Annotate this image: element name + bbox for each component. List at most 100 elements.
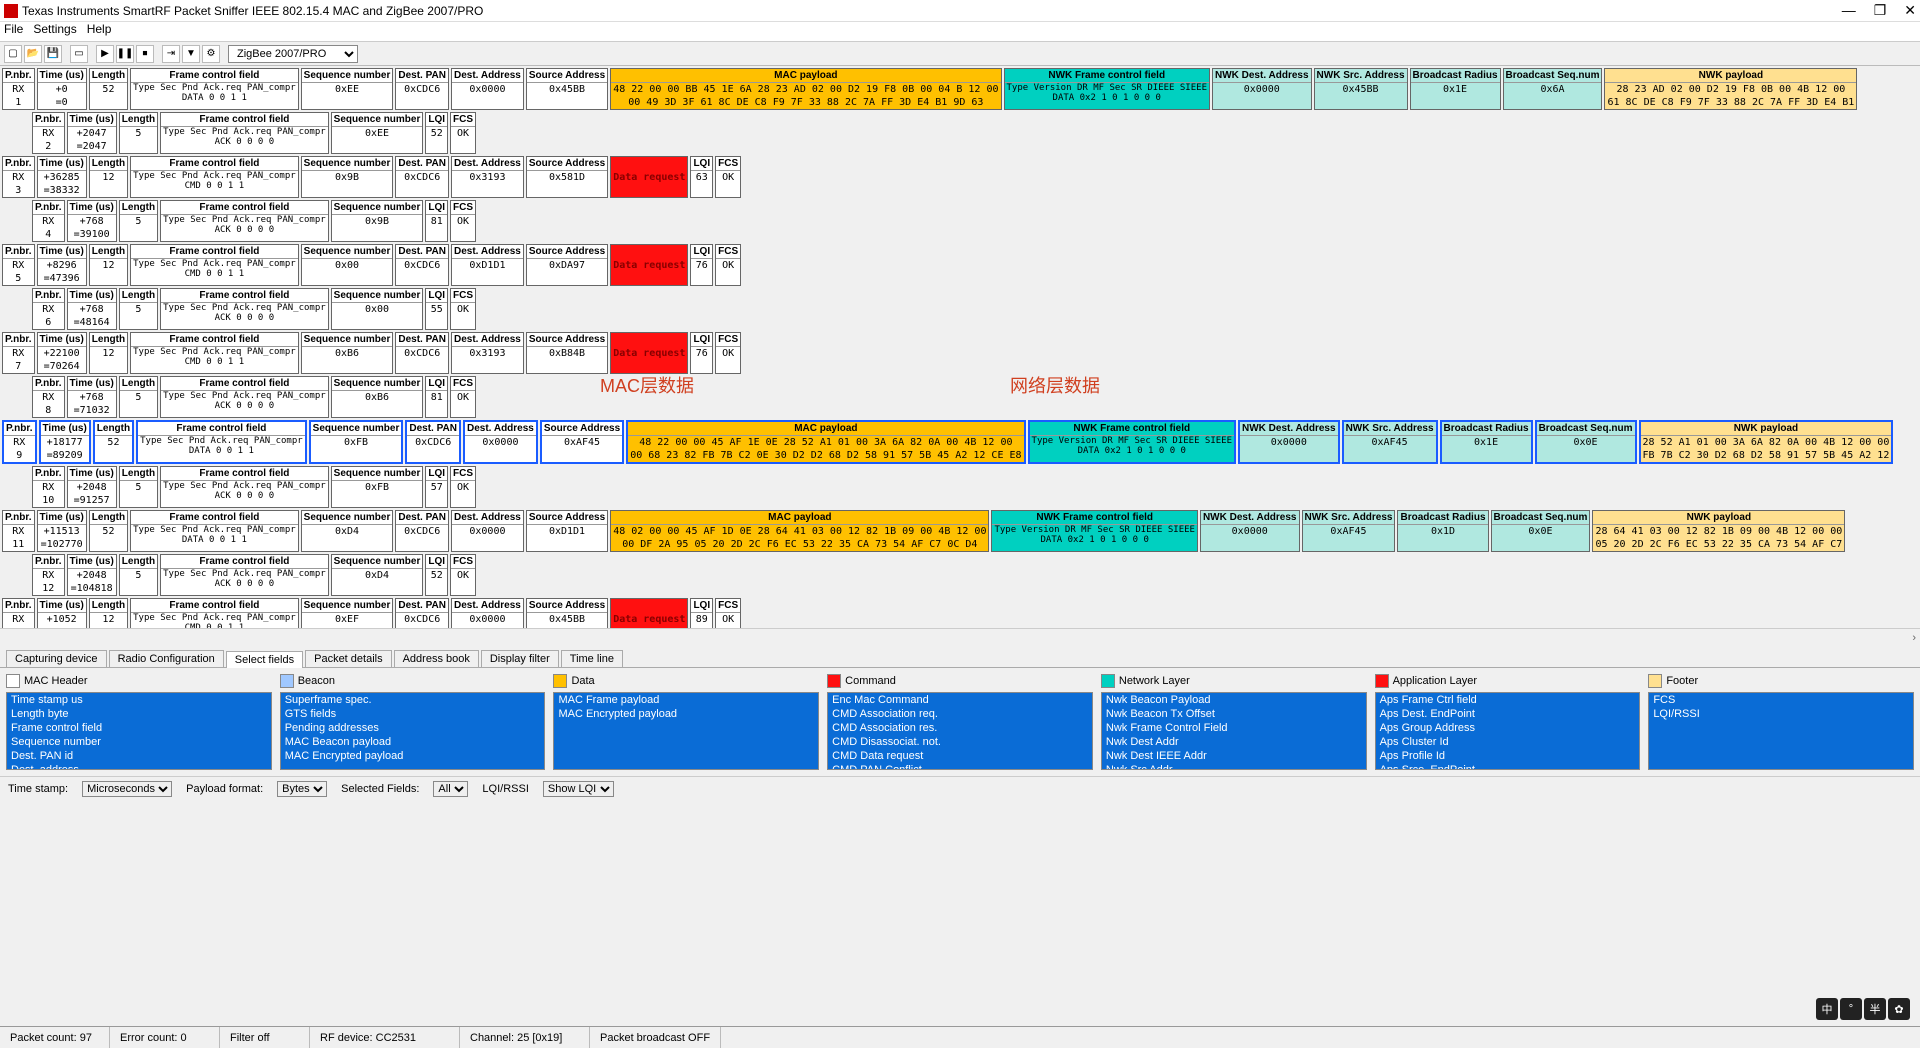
scroll-end-icon[interactable]: ⇥ [162,45,180,63]
packet-row[interactable]: P.nbr.RX1Time (us)+0=0Length52Frame cont… [2,68,1918,110]
field-list[interactable]: FCSLQI/RSSI [1648,692,1914,770]
field-list-item[interactable]: Enc Mac Command [828,693,1092,707]
field-list[interactable]: Time stamp usLength byteFrame control fi… [6,692,272,770]
packet-row[interactable]: P.nbr.RX7Time (us)+22100=70264Length12Fr… [2,332,1918,374]
save-icon[interactable]: 💾 [44,45,62,63]
ime-gear-icon[interactable]: ✿ [1888,998,1910,1020]
field-list-item[interactable]: CMD Association req. [828,707,1092,721]
lqi-cell: LQI55 [425,288,448,330]
close-button[interactable]: ✕ [1904,2,1916,19]
field-list-item[interactable]: Nwk Dest IEEE Addr [1102,749,1366,763]
field-list-item[interactable]: Dest. PAN id [7,749,271,763]
field-list-item[interactable]: FCS [1649,693,1913,707]
field-list-item[interactable]: Length byte [7,707,271,721]
tab-capturing-device[interactable]: Capturing device [6,650,107,667]
field-list-item[interactable]: Aps Group Address [1376,721,1640,735]
stop-icon[interactable]: ⏹ [136,45,154,63]
tab-address-book[interactable]: Address book [394,650,479,667]
field-list-item[interactable]: GTS fields [281,707,545,721]
field-list[interactable]: Nwk Beacon PayloadNwk Beacon Tx OffsetNw… [1101,692,1367,770]
field-list-item[interactable]: CMD Data request [828,749,1092,763]
tab-packet-details[interactable]: Packet details [305,650,391,667]
packet-row[interactable]: P.nbr.RX2Time (us)+2047=2047Length5Frame… [2,112,1918,154]
field-list-item[interactable]: Time stamp us [7,693,271,707]
lqi-rssi-select[interactable]: Show LQI [543,781,614,797]
field-list-item[interactable]: MAC Encrypted payload [554,707,818,721]
field-list-item[interactable]: CMD Disassociat. not. [828,735,1092,749]
field-list-item[interactable]: Nwk Beacon Payload [1102,693,1366,707]
field-list-item[interactable]: Frame control field [7,721,271,735]
seq-cell: Sequence number0xFB [309,420,404,464]
menu-help[interactable]: Help [87,22,112,41]
pause-icon[interactable]: ❚❚ [116,45,134,63]
field-list-item[interactable]: MAC Encrypted payload [281,749,545,763]
field-list-item[interactable]: Nwk Dest Addr [1102,735,1366,749]
field-list-item[interactable]: MAC Frame payload [554,693,818,707]
packet-list[interactable]: MAC层数据 网络层数据 P.nbr.RX1Time (us)+0=0Lengt… [0,66,1920,628]
scroll-down-icon[interactable]: ▼ [182,45,200,63]
payload-format-select[interactable]: Bytes [277,781,327,797]
dest-addr-cell: Dest. Address0x0000 [451,68,524,110]
field-list-item[interactable]: MAC Beacon payload [281,735,545,749]
minimize-button[interactable]: — [1842,2,1856,19]
menu-file[interactable]: File [4,22,23,41]
ime-punct-icon[interactable]: ° [1840,998,1862,1020]
new-icon[interactable]: ▢ [4,45,22,63]
packet-row[interactable]: P.nbr.RX11Time (us)+11513=102770Length52… [2,510,1918,552]
field-list-item[interactable]: Aps Profile Id [1376,749,1640,763]
maximize-button[interactable]: ❐ [1874,2,1887,19]
ime-width-icon[interactable]: 半 [1864,998,1886,1020]
packet-row[interactable]: P.nbr.RX5Time (us)+8296=47396Length12Fra… [2,244,1918,286]
pnbr-cell: P.nbr.RX10 [32,466,65,508]
tab-display-filter[interactable]: Display filter [481,650,559,667]
field-list[interactable]: Aps Frame Ctrl fieldAps Dest. EndPointAp… [1375,692,1641,770]
field-list-item[interactable]: Nwk Src Addr [1102,763,1366,770]
menu-settings[interactable]: Settings [33,22,76,41]
field-list-item[interactable]: Aps Cluster Id [1376,735,1640,749]
fcs-cell: FCSOK [450,200,476,242]
ime-zh-icon[interactable]: 中 [1816,998,1838,1020]
field-list[interactable]: Superframe spec.GTS fieldsPending addres… [280,692,546,770]
field-list-item[interactable]: Dest. address [7,763,271,770]
selected-fields-select[interactable]: All [433,781,468,797]
color-swatch-icon [1375,674,1389,688]
field-list[interactable]: Enc Mac CommandCMD Association req.CMD A… [827,692,1093,770]
field-list-item[interactable]: LQI/RSSI [1649,707,1913,721]
ime-indicator[interactable]: 中 ° 半 ✿ [1816,998,1910,1020]
packet-row[interactable]: P.nbr.RX13Time (us)+1052=105870Length12F… [2,598,1918,628]
packet-row[interactable]: P.nbr.RX12Time (us)+2048=104818Length5Fr… [2,554,1918,596]
clear-icon[interactable]: ▭ [70,45,88,63]
horizontal-scrollbar[interactable]: › [0,628,1920,646]
packet-row[interactable]: P.nbr.RX6Time (us)+768=48164Length5Frame… [2,288,1918,330]
packet-row[interactable]: P.nbr.RX4Time (us)+768=39100Length5Frame… [2,200,1918,242]
tab-time-line[interactable]: Time line [561,650,623,667]
status-packet-count: Packet count: 97 [0,1027,110,1048]
seq-cell: Sequence number0xB6 [301,332,394,374]
field-list[interactable]: MAC Frame payloadMAC Encrypted payload [553,692,819,770]
packet-row[interactable]: P.nbr.RX9Time (us)+18177=89209Length52Fr… [2,420,1918,464]
broadcast-radius-cell: Broadcast Radius0x1D [1397,510,1488,552]
protocol-select[interactable]: ZigBee 2007/PRO [228,45,358,63]
timestamp-select[interactable]: Microseconds [82,781,172,797]
play-icon[interactable]: ▶ [96,45,114,63]
field-list-item[interactable]: CMD PAN Conflict [828,763,1092,770]
packet-row[interactable]: P.nbr.RX10Time (us)+2048=91257Length5Fra… [2,466,1918,508]
field-list-item[interactable]: Superframe spec. [281,693,545,707]
field-list-item[interactable]: CMD Association res. [828,721,1092,735]
fcs-cell: FCSOK [715,244,741,286]
field-list-item[interactable]: Aps Srce. EndPoint [1376,763,1640,770]
open-icon[interactable]: 📂 [24,45,42,63]
settings-icon[interactable]: ⚙ [202,45,220,63]
tab-select-fields[interactable]: Select fields [226,651,303,668]
field-list-item[interactable]: Nwk Frame Control Field [1102,721,1366,735]
packet-row[interactable]: P.nbr.RX3Time (us)+36285=38332Length12Fr… [2,156,1918,198]
field-list-item[interactable]: Sequence number [7,735,271,749]
field-list-item[interactable]: Pending addresses [281,721,545,735]
packet-row[interactable]: P.nbr.RX8Time (us)+768=71032Length5Frame… [2,376,1918,418]
field-list-item[interactable]: Nwk Beacon Tx Offset [1102,707,1366,721]
field-list-item[interactable]: Aps Frame Ctrl field [1376,693,1640,707]
tab-radio-configuration[interactable]: Radio Configuration [109,650,224,667]
field-list-item[interactable]: Aps Dest. EndPoint [1376,707,1640,721]
broadcast-seq-cell: Broadcast Seq.num0x0E [1491,510,1591,552]
dest-pan-cell: Dest. PAN0xCDC6 [395,156,449,198]
